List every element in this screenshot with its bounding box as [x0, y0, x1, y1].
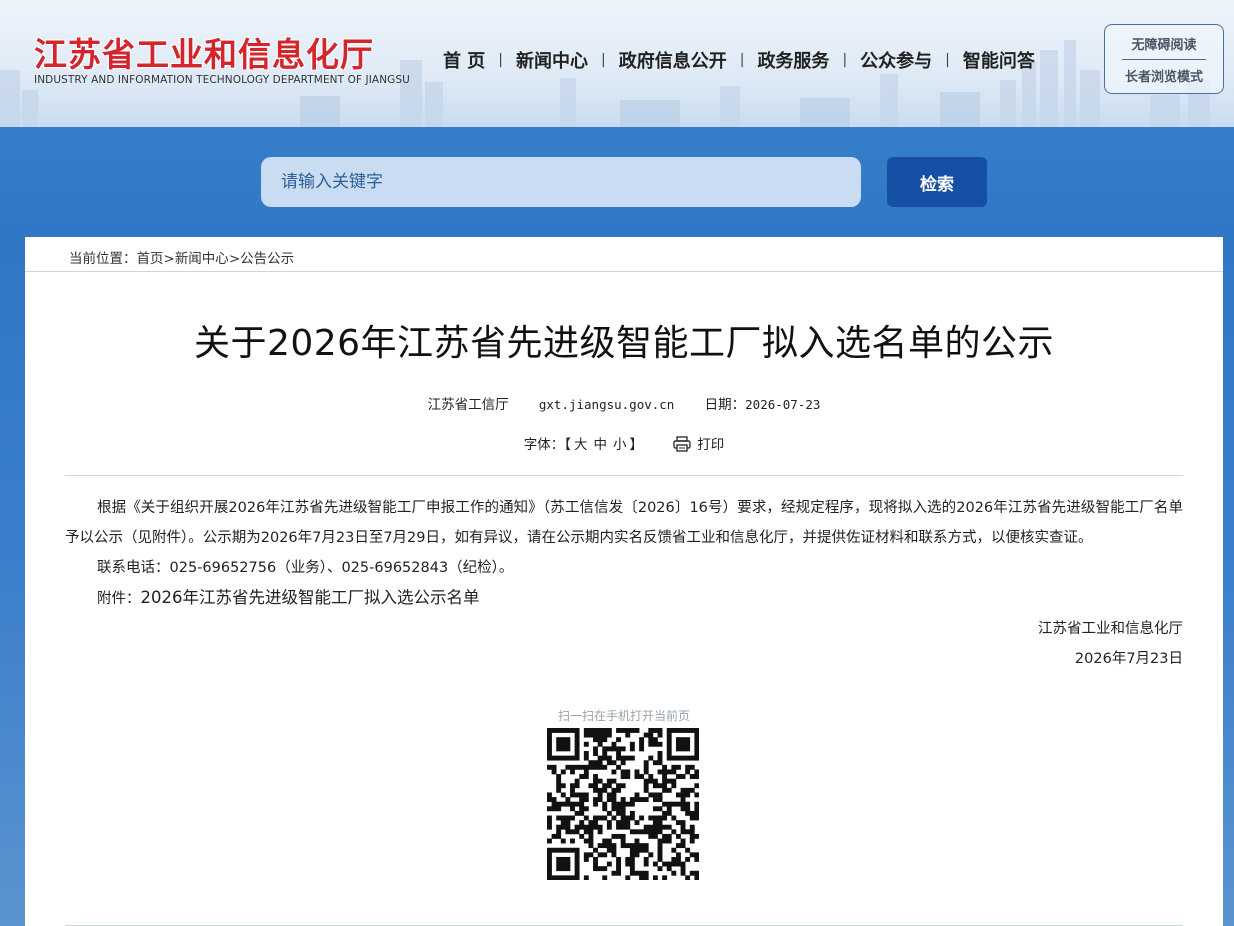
article-contact: 联系电话：025-69652756（业务）、025-69652843（纪检）。	[97, 560, 514, 576]
signature-org: 江苏省工业和信息化厅	[1038, 621, 1183, 637]
article-paragraph: 根据《关于组织开展2026年江苏省先进级智能工厂申报工作的通知》（苏工信信发〔2…	[65, 500, 1183, 546]
article-meta: 江苏省工信厅 gxt.jiangsu.gov.cn 日期：2026-07-23	[25, 393, 1223, 413]
site-logo-title[interactable]: 江苏省工业和信息化厅	[34, 28, 374, 76]
nav-home[interactable]: 首 页	[430, 47, 498, 73]
breadcrumb-announcements[interactable]: 公告公示	[240, 251, 294, 267]
search-button[interactable]: 检索	[887, 157, 987, 207]
font-bracket-close: 】	[629, 437, 643, 453]
article-tools: 字体：【大中小】 打印	[25, 433, 1223, 453]
barrier-free-reading-button[interactable]: 无障碍阅读	[1105, 34, 1223, 53]
font-size-medium[interactable]: 中	[593, 437, 607, 453]
attachment-link[interactable]: 2026年江苏省先进级智能工厂拟入选公示名单	[141, 588, 480, 607]
font-size-label: 字体：	[523, 437, 565, 453]
search-input[interactable]	[261, 157, 861, 207]
breadcrumb-prefix: 当前位置：	[69, 251, 137, 267]
attachment-label: 附件：	[97, 591, 141, 607]
article-attachment-line: 附件：2026年江苏省先进级智能工厂拟入选公示名单	[65, 583, 1183, 614]
nav-smart-qa[interactable]: 智能问答	[950, 47, 1048, 73]
breadcrumb-separator: >	[228, 251, 241, 267]
article-panel: 当前位置：首页>新闻中心>公告公示 关于2026年江苏省先进级智能工厂拟入选名单…	[25, 237, 1223, 926]
main-nav: 首 页 | 新闻中心 | 政府信息公开 | 政务服务 | 公众参与 | 智能问答	[430, 46, 1048, 74]
qr-code-image	[547, 728, 699, 880]
accessibility-panel: 无障碍阅读 长者浏览模式	[1104, 24, 1224, 94]
breadcrumb: 当前位置：首页>新闻中心>公告公示	[69, 247, 294, 267]
font-size-small[interactable]: 小	[613, 437, 627, 453]
print-button[interactable]: 打印	[673, 436, 725, 453]
article-title: 关于2026年江苏省先进级智能工厂拟入选名单的公示	[193, 323, 1055, 364]
qr-caption: 扫一扫在手机打开当前页	[557, 709, 690, 723]
printer-icon	[673, 436, 691, 452]
article-date-label: 日期：	[704, 397, 746, 413]
breadcrumb-home[interactable]: 首页	[137, 251, 164, 267]
breadcrumb-separator: >	[163, 251, 175, 267]
article-body: 根据《关于组织开展2026年江苏省先进级智能工厂申报工作的通知》（苏工信信发〔2…	[65, 493, 1183, 674]
nav-news-center[interactable]: 新闻中心	[503, 47, 601, 73]
signature-date: 2026年7月23日	[1074, 651, 1183, 667]
article-source: 江苏省工信厅	[427, 397, 509, 413]
article-divider	[65, 475, 1183, 476]
print-label: 打印	[697, 437, 725, 453]
nav-public-participation[interactable]: 公众参与	[847, 47, 945, 73]
nav-gov-services[interactable]: 政务服务	[744, 47, 842, 73]
nav-gov-info[interactable]: 政府信息公开	[606, 47, 740, 73]
site-header: 江苏省工业和信息化厅 INDUSTRY AND INFORMATION TECH…	[0, 0, 1234, 127]
font-bracket-open: 【	[564, 437, 571, 453]
accessibility-divider	[1122, 59, 1206, 60]
article-date: 2026-07-23	[745, 397, 821, 412]
site-logo-subtitle: INDUSTRY AND INFORMATION TECHNOLOGY DEPA…	[34, 74, 410, 86]
font-size-large[interactable]: 大	[574, 437, 588, 453]
elder-mode-button[interactable]: 长者浏览模式	[1105, 66, 1223, 85]
breadcrumb-divider	[25, 271, 1223, 272]
article-site: gxt.jiangsu.gov.cn	[538, 397, 675, 412]
breadcrumb-news-center[interactable]: 新闻中心	[175, 251, 229, 267]
